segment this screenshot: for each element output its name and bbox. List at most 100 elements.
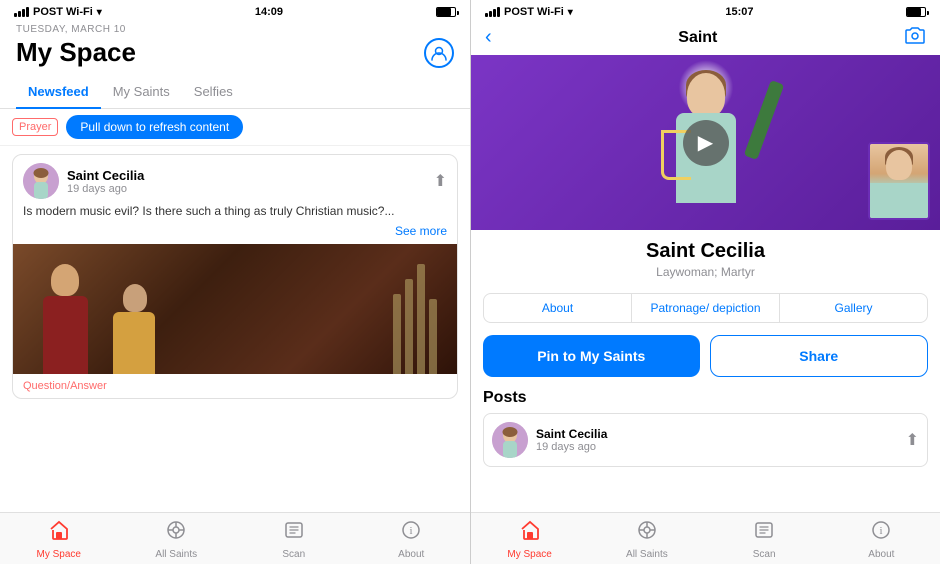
wifi-icon-2: ▾ [568, 7, 573, 18]
palm-branch [743, 80, 784, 160]
time-2: 15:07 [725, 6, 753, 18]
signal-bars-2 [485, 7, 500, 17]
pull-refresh-bar: Prayer Pull down to refresh content [0, 109, 470, 146]
tab-gallery[interactable]: Gallery [780, 294, 927, 322]
saint-avatar-small-1 [23, 163, 59, 199]
saint-subtitle: Laywoman; Martyr [487, 265, 924, 279]
play-button[interactable]: ▶ [683, 120, 729, 166]
bar2 [18, 11, 21, 17]
organ-pipes [393, 254, 437, 374]
camera-icon[interactable] [904, 26, 926, 49]
portrait-head [886, 150, 912, 180]
card-painting [13, 244, 457, 374]
saint-avatar-small-2 [492, 422, 528, 458]
bar4 [26, 7, 29, 17]
share-button[interactable]: Share [710, 335, 929, 377]
nav-label-scan-2: Scan [753, 549, 776, 560]
post-meta: Saint Cecilia 19 days ago [536, 427, 898, 453]
bar4-2 [497, 7, 500, 17]
wifi-icon-1: ▾ [97, 7, 102, 18]
card-tag: Question/Answer [13, 374, 457, 398]
tab-patronage[interactable]: Patronage/ depiction [632, 294, 780, 322]
profile-icon[interactable] [424, 38, 454, 68]
saint-head [687, 73, 725, 117]
phone-2: POST Wi-Fi ▾ 15:07 ‹ Saint [470, 0, 940, 564]
tab-selfies[interactable]: Selfies [182, 76, 245, 109]
all-saints-icon-1 [165, 519, 187, 547]
nav-all-saints-1[interactable]: All Saints [118, 513, 236, 564]
bar2-2 [489, 11, 492, 17]
status-bar-2: POST Wi-Fi ▾ 15:07 [471, 0, 940, 22]
battery-fill-1 [437, 8, 451, 16]
signal-bars-1 [14, 7, 29, 17]
battery-icon-1 [436, 7, 456, 17]
home-icon-1 [48, 519, 70, 547]
posts-title: Posts [483, 389, 928, 407]
tab-about[interactable]: About [484, 294, 632, 322]
carrier-1: POST Wi-Fi [33, 6, 93, 18]
back-button[interactable]: ‹ [485, 26, 492, 49]
carrier-2: POST Wi-Fi [504, 6, 564, 18]
phone-1: POST Wi-Fi ▾ 14:09 TUESDAY, MARCH 10 My … [0, 0, 470, 564]
myspace-header: TUESDAY, MARCH 10 My Space [0, 22, 470, 76]
pin-button[interactable]: Pin to My Saints [483, 335, 700, 377]
action-buttons: Pin to My Saints Share [483, 335, 928, 377]
card-time: 19 days ago [67, 183, 426, 195]
title-row: My Space [16, 37, 454, 68]
pull-badge: Pull down to refresh content [66, 115, 243, 139]
see-more-link[interactable]: See more [13, 224, 457, 244]
post-item: Saint Cecilia 19 days ago ⬆ [483, 413, 928, 467]
tab-newsfeed[interactable]: Newsfeed [16, 76, 101, 109]
portrait-body [870, 183, 928, 218]
bar3 [22, 9, 25, 17]
post-time: 19 days ago [536, 441, 898, 453]
portrait-inset [868, 142, 930, 220]
tabs-1: Newsfeed My Saints Selfies [0, 76, 470, 109]
nav-label-my-space-1: My Space [37, 549, 81, 560]
card-meta: Saint Cecilia 19 days ago [67, 168, 426, 195]
card-header: Saint Cecilia 19 days ago ⬆ [13, 155, 457, 203]
saint-header: ‹ Saint [471, 22, 940, 55]
all-saints-icon-2 [636, 519, 658, 547]
nav-label-about-2: About [868, 549, 894, 560]
card-name: Saint Cecilia [67, 168, 426, 183]
nav-my-space-1[interactable]: My Space [0, 513, 118, 564]
status-left-1: POST Wi-Fi ▾ [14, 6, 102, 18]
nav-label-my-space-2: My Space [507, 549, 551, 560]
status-right-2 [906, 7, 926, 17]
scan-icon-2 [753, 519, 775, 547]
figure-left [43, 264, 88, 374]
status-left-2: POST Wi-Fi ▾ [485, 6, 573, 18]
home-icon-2 [519, 519, 541, 547]
bar1-2 [485, 13, 488, 17]
detail-tabs: About Patronage/ depiction Gallery [483, 293, 928, 323]
about-icon-1: i [400, 519, 422, 547]
portrait-inner [870, 144, 928, 218]
post-name: Saint Cecilia [536, 427, 898, 441]
about-icon-2: i [870, 519, 892, 547]
nav-my-space-2[interactable]: My Space [471, 513, 588, 564]
page-title-2: Saint [678, 29, 717, 47]
saint-info: Saint Cecilia Laywoman; Martyr [471, 230, 940, 285]
nav-about-2[interactable]: i About [823, 513, 940, 564]
nav-about-1[interactable]: i About [353, 513, 471, 564]
figure-right [113, 284, 158, 374]
posts-section: Posts Saint Cecilia 19 days ago ⬆ [471, 385, 940, 467]
time-1: 14:09 [255, 6, 283, 18]
nav-all-saints-2[interactable]: All Saints [588, 513, 705, 564]
svg-text:i: i [880, 525, 883, 537]
page-title-1: My Space [16, 37, 136, 68]
card-text: Is modern music evil? Is there such a th… [13, 203, 457, 224]
nav-scan-2[interactable]: Scan [706, 513, 823, 564]
nav-label-all-saints-1: All Saints [155, 549, 197, 560]
battery-icon-2 [906, 7, 926, 17]
share-icon-1[interactable]: ⬆ [434, 171, 447, 191]
prayer-tag: Prayer [12, 118, 58, 136]
feed-card: Saint Cecilia 19 days ago ⬆ Is modern mu… [12, 154, 458, 399]
battery-fill-2 [907, 8, 921, 16]
share-icon-2[interactable]: ⬆ [906, 430, 919, 450]
nav-label-all-saints-2: All Saints [626, 549, 668, 560]
bottom-nav-1: My Space All Saints [0, 512, 470, 564]
nav-scan-1[interactable]: Scan [235, 513, 353, 564]
tab-my-saints[interactable]: My Saints [101, 76, 182, 109]
